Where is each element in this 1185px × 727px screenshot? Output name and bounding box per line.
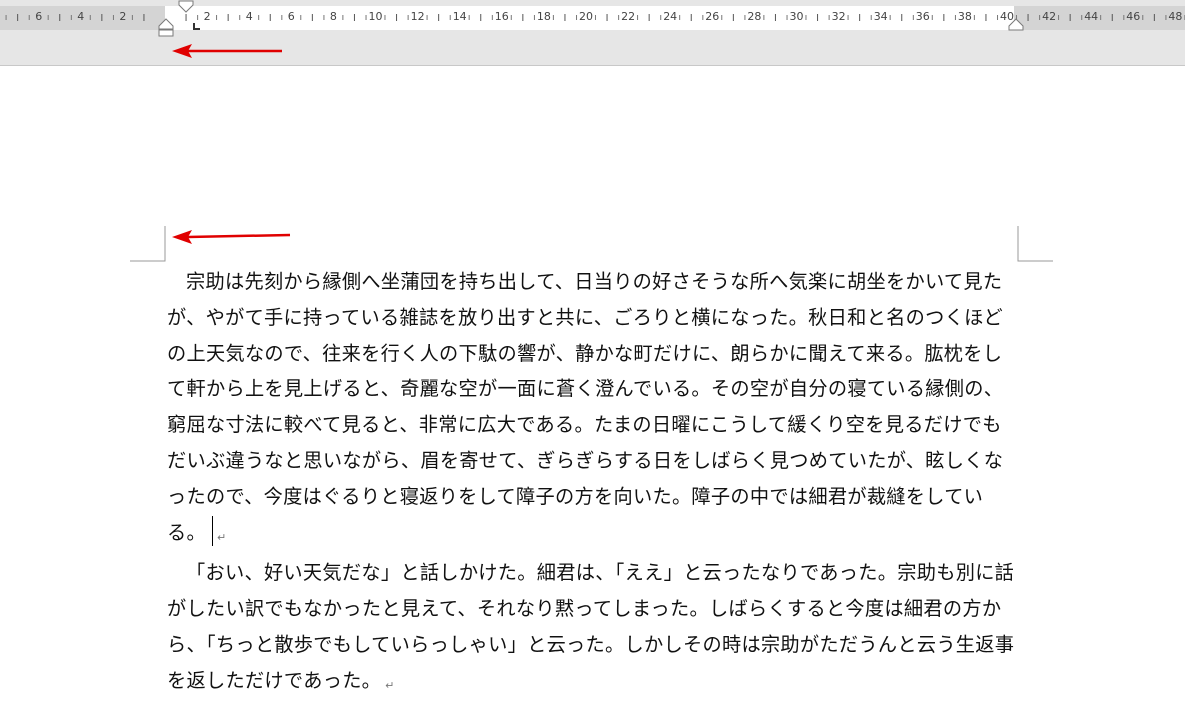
ruler-number: 28: [747, 10, 762, 23]
ruler-number: 36: [915, 10, 930, 23]
page-margin-corner-left: [130, 226, 166, 262]
ruler-number: 22: [621, 10, 636, 23]
ruler-number: 26: [705, 10, 720, 23]
paragraph-text: 宗助は先刻から縁側へ坐蒲団を持ち出して、日当りの好さそうな所へ気楽に胡坐をかいて…: [167, 270, 1004, 544]
ruler-number: 20: [579, 10, 593, 23]
paragraph[interactable]: 「おい、好い天気だな」と話しかけた。細君は、「ええ」と云ったなりであった。宗助も…: [167, 555, 1017, 703]
left-indent-marker[interactable]: [158, 18, 174, 38]
paragraph-mark-icon: ↵: [216, 530, 227, 544]
first-line-indent-marker[interactable]: [178, 0, 194, 14]
ruler-number: 30: [789, 10, 804, 23]
ruler-number: 4: [77, 10, 85, 23]
ruler-number: 48: [1168, 10, 1183, 23]
ruler-area: 8642246810121416182022242628303234363840…: [0, 0, 1185, 66]
ruler-number: 42: [1042, 10, 1057, 23]
ruler-number: 2: [119, 10, 127, 23]
ruler-number: 44: [1084, 10, 1099, 23]
ruler-number: 16: [494, 10, 509, 23]
red-arrow-icon: [172, 230, 291, 244]
ruler-number: 10: [368, 10, 383, 23]
ruler-number: 24: [663, 10, 678, 23]
ruler-number: 6: [287, 10, 295, 23]
document-body[interactable]: 宗助は先刻から縁側へ坐蒲団を持ち出して、日当りの好さそうな所へ気楽に胡坐をかいて…: [167, 264, 1017, 704]
ruler-number: 8: [329, 10, 337, 23]
ruler-number: 6: [35, 10, 43, 23]
ruler-number: 46: [1126, 10, 1141, 23]
paragraph-text: 「おい、好い天気だな」と話しかけた。細君は、「ええ」と云ったなりであった。宗助も…: [167, 561, 1015, 692]
left-tab-stop-icon[interactable]: [192, 22, 202, 32]
ruler-number: 32: [831, 10, 846, 23]
ruler-number: 38: [957, 10, 972, 23]
paragraph[interactable]: 宗助は先刻から縁側へ坐蒲団を持ち出して、日当りの好さそうな所へ気楽に胡坐をかいて…: [167, 264, 1017, 555]
ruler-number: 18: [536, 10, 551, 23]
text-cursor: [211, 515, 213, 546]
right-indent-marker[interactable]: [1008, 18, 1024, 32]
ruler-number: 34: [873, 10, 888, 23]
page-margin-corner-right: [1017, 226, 1053, 262]
ruler-number: 8: [0, 11, 12, 23]
paragraph-mark-icon: ↵: [385, 678, 395, 692]
ruler-number: 14: [452, 10, 467, 23]
ruler-number: 12: [410, 10, 425, 23]
ruler-number: 4: [245, 10, 253, 23]
